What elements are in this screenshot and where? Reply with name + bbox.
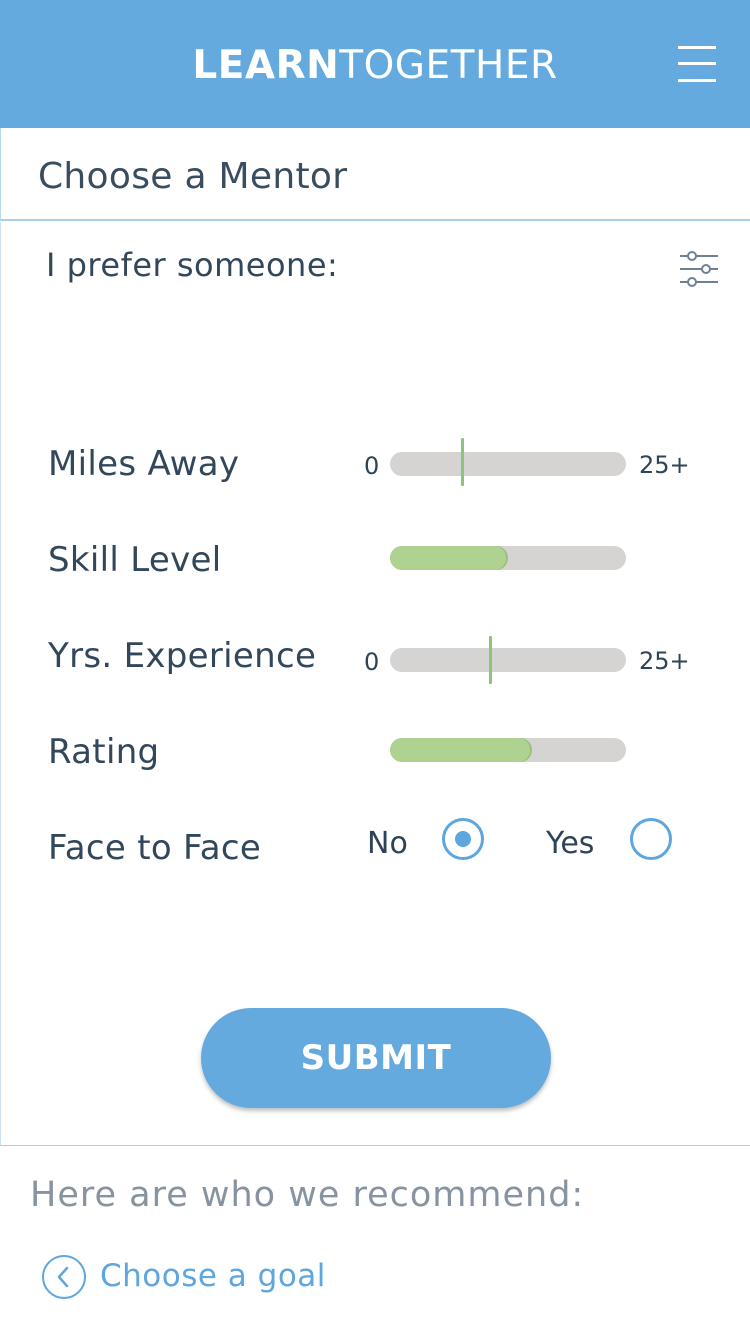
- panel-border-bottom: [0, 1145, 750, 1146]
- rating-slider-fill: [390, 738, 532, 762]
- panel-border-left: [0, 222, 1, 1146]
- skill-level-slider[interactable]: [390, 546, 626, 570]
- miles-away-slider[interactable]: [390, 438, 626, 486]
- radio-selected-dot: [455, 831, 471, 847]
- radio-yes[interactable]: [630, 818, 672, 860]
- rating-label: Rating: [48, 732, 160, 772]
- years-experience-slider[interactable]: [390, 636, 626, 684]
- miles-away-label: Miles Away: [48, 444, 240, 484]
- years-experience-label: Yrs. Experience: [48, 636, 317, 676]
- choose-goal-label: Choose a goal: [100, 1258, 326, 1294]
- miles-away-max: 25+: [639, 451, 690, 479]
- prefer-label: I prefer someone:: [46, 246, 339, 284]
- brand-light-text: TOGETHER: [339, 43, 558, 88]
- years-experience-min: 0: [364, 648, 380, 676]
- sliders-filter-icon[interactable]: [678, 249, 720, 289]
- years-experience-max: 25+: [639, 647, 690, 675]
- miles-away-slider-thumb[interactable]: [461, 438, 464, 486]
- skill-level-label: Skill Level: [48, 540, 222, 580]
- brand-logo: LEARNTOGETHER: [0, 0, 750, 128]
- submit-button[interactable]: SUBMIT: [201, 1008, 551, 1108]
- miles-away-min: 0: [364, 452, 380, 480]
- page-title: Choose a Mentor: [38, 156, 348, 197]
- brand-bold-text: LEARN: [192, 43, 340, 88]
- radio-yes-label: Yes: [546, 826, 595, 861]
- hamburger-menu-icon[interactable]: [678, 44, 716, 84]
- rating-slider[interactable]: [390, 738, 626, 762]
- years-experience-slider-thumb[interactable]: [489, 636, 492, 684]
- face-to-face-label: Face to Face: [48, 828, 262, 868]
- radio-no[interactable]: [442, 818, 484, 860]
- chevron-left-circle-icon: [42, 1255, 86, 1299]
- radio-no-label: No: [367, 826, 408, 861]
- recommend-heading: Here are who we recommend:: [30, 1175, 585, 1215]
- skill-level-slider-fill: [390, 546, 508, 570]
